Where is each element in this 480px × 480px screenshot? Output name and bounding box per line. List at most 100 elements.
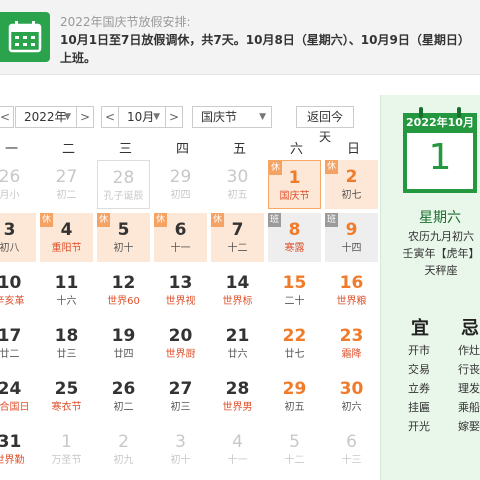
- calendar-day-cell[interactable]: 5 十二: [268, 425, 321, 474]
- weekday-label: 六: [289, 142, 303, 157]
- lunar-label: 联合国日: [0, 402, 30, 413]
- holiday-select[interactable]: 国庆节 ▼: [192, 106, 272, 128]
- calendar-day-cell[interactable]: 4 十一: [211, 425, 264, 474]
- calendar-day-cell[interactable]: 休 2 初七: [325, 160, 378, 209]
- calendar-day-cell[interactable]: 28 世界男: [211, 372, 264, 421]
- calendar-day-cell[interactable]: 17 廿二: [0, 319, 36, 368]
- calendar-week-row: 26 月小 27 初二 28 孔子诞辰 29 初四 30 初五 休 1 国庆节休 2 初七: [0, 160, 380, 213]
- calendar-day-cell[interactable]: 12 世界60: [97, 266, 150, 315]
- lunar-label: 十三: [341, 455, 362, 466]
- calendar-day-cell[interactable]: 24 联合国日: [0, 372, 36, 421]
- year-select[interactable]: 2022年 ▼: [15, 106, 77, 128]
- lunar-label: 世界勤: [0, 455, 25, 466]
- calendar-day-cell[interactable]: 18 廿三: [40, 319, 93, 368]
- next-month-button[interactable]: >: [165, 106, 183, 128]
- calendar-day-cell[interactable]: 19 廿四: [97, 319, 150, 368]
- day-number: 19: [111, 326, 136, 346]
- calendar-day-cell[interactable]: 27 初二: [40, 160, 93, 209]
- calendar-day-cell[interactable]: 休 6 十一: [154, 213, 207, 262]
- calendar-day-cell[interactable]: 休 4 重阳节: [40, 213, 93, 262]
- next-year-button[interactable]: >: [76, 106, 94, 128]
- calendar-week-row: 10 辛亥革 11 十六 12 世界60 13 世界视 14 世界标 15 二十 16 世界粮: [0, 266, 380, 319]
- calendar-day-cell[interactable]: 25 寒衣节: [40, 372, 93, 421]
- big-date-header: 2022年10月: [403, 113, 477, 133]
- chevron-down-icon: ▼: [259, 112, 266, 122]
- calendar-day-cell[interactable]: 23 霜降: [325, 319, 378, 368]
- big-date-card: 2022年10月 1: [403, 107, 477, 193]
- weekday-label: 二: [61, 142, 75, 157]
- day-number: 24: [0, 379, 22, 399]
- lunar-label: 孔子诞辰: [103, 191, 144, 202]
- month-select[interactable]: 10月 ▼: [118, 106, 166, 128]
- day-number: 28: [225, 379, 250, 399]
- ji-item: 行丧: [458, 363, 480, 376]
- rest-badge: 休: [154, 213, 167, 227]
- calendar-day-cell[interactable]: 10 辛亥革: [0, 266, 36, 315]
- lunar-label: 十二: [284, 455, 305, 466]
- weekday-label: 四: [175, 142, 189, 157]
- lunar-label: 万圣节: [51, 455, 82, 466]
- calendar-day-cell[interactable]: 13 世界视: [154, 266, 207, 315]
- calendar-day-cell[interactable]: 20 世界厨: [154, 319, 207, 368]
- yi-list: 开市 交易 立券 挂匾 开光: [408, 341, 430, 436]
- calendar-day-cell[interactable]: 16 世界粮: [325, 266, 378, 315]
- calendar-day-cell[interactable]: 28 孔子诞辰: [97, 160, 150, 209]
- calendar-day-cell[interactable]: 休 7 十二: [211, 213, 264, 262]
- calendar-day-cell[interactable]: 22 廿七: [268, 319, 321, 368]
- calendar-day-cell[interactable]: 休 1 国庆节: [268, 160, 321, 209]
- lunar-label: 初四: [170, 190, 191, 201]
- binder-ring-icon: [457, 107, 461, 118]
- lunar-label: 国庆节: [279, 191, 310, 202]
- prev-year-button[interactable]: <: [0, 106, 14, 128]
- day-number: 23: [339, 326, 364, 346]
- calendar-day-cell[interactable]: 29 初五: [268, 372, 321, 421]
- calendar-day-cell[interactable]: 21 廿六: [211, 319, 264, 368]
- calendar-day-cell[interactable]: 15 二十: [268, 266, 321, 315]
- calendar-day-cell[interactable]: 1 万圣节: [40, 425, 93, 474]
- calendar-day-cell[interactable]: 2 初九: [97, 425, 150, 474]
- calendar-day-cell[interactable]: 3 初十: [154, 425, 207, 474]
- yi-label: 宜: [411, 318, 429, 339]
- lunar-label: 寒衣节: [51, 402, 82, 413]
- day-number: 25: [54, 379, 79, 399]
- day-number: 30: [226, 167, 249, 187]
- lunar-label: 世界标: [222, 296, 253, 307]
- ganzhi-year: 壬寅年【虎年】: [402, 247, 480, 260]
- yi-item: 开光: [408, 420, 430, 433]
- day-number: 29: [282, 379, 307, 399]
- calendar-day-cell[interactable]: 29 初四: [154, 160, 207, 209]
- lunar-label: 十四: [341, 243, 362, 254]
- calendar-day-cell[interactable]: 11 十六: [40, 266, 93, 315]
- calendar-day-cell[interactable]: 27 初三: [154, 372, 207, 421]
- calendar-week-row: 24 联合国日 25 寒衣节 26 初二 27 初三 28 世界男 29 初五 30 初六: [0, 372, 380, 425]
- calendar-grid: 一二三四五六日 26月小27初二28孔子诞辰29初四30初五休1国庆节休2初七休…: [0, 138, 380, 466]
- lunar-label: 寒露: [284, 243, 305, 254]
- day-number: 14: [225, 273, 250, 293]
- calendar-day-cell[interactable]: 14 世界标: [211, 266, 264, 315]
- calendar-day-cell[interactable]: 30 初五: [211, 160, 264, 209]
- day-number: 11: [54, 273, 79, 293]
- calendar-day-cell[interactable]: 休 5 初十: [97, 213, 150, 262]
- weekday-label: 一: [4, 142, 18, 157]
- calendar-day-cell[interactable]: 26 初二: [97, 372, 150, 421]
- lunar-label: 廿七: [284, 349, 305, 360]
- yi-item: 挂匾: [408, 401, 430, 414]
- day-number: 10: [0, 273, 22, 293]
- calendar-day-cell[interactable]: 26 月小: [0, 160, 36, 209]
- lunar-label: 廿二: [0, 349, 20, 360]
- calendar-day-cell[interactable]: 休3初八: [0, 213, 36, 262]
- lunar-label: 二十: [284, 296, 305, 307]
- ji-list: 作灶 行丧 理发 乘船 嫁娶: [458, 341, 480, 436]
- day-number: 6: [346, 432, 357, 452]
- lunar-label: 霜降: [341, 349, 362, 360]
- calendar-day-cell[interactable]: 6 十三: [325, 425, 378, 474]
- lunar-label: 初三: [170, 402, 191, 413]
- calendar-day-cell[interactable]: 班 9 十四: [325, 213, 378, 262]
- calendar-day-cell[interactable]: 31 世界勤: [0, 425, 36, 474]
- prev-month-button[interactable]: <: [101, 106, 119, 128]
- back-to-today-button[interactable]: 返回今天: [296, 106, 354, 144]
- binder-ring-icon: [419, 107, 423, 118]
- lunar-label: 月小: [0, 190, 20, 201]
- calendar-day-cell[interactable]: 30 初六: [325, 372, 378, 421]
- calendar-day-cell[interactable]: 班 8 寒露: [268, 213, 321, 262]
